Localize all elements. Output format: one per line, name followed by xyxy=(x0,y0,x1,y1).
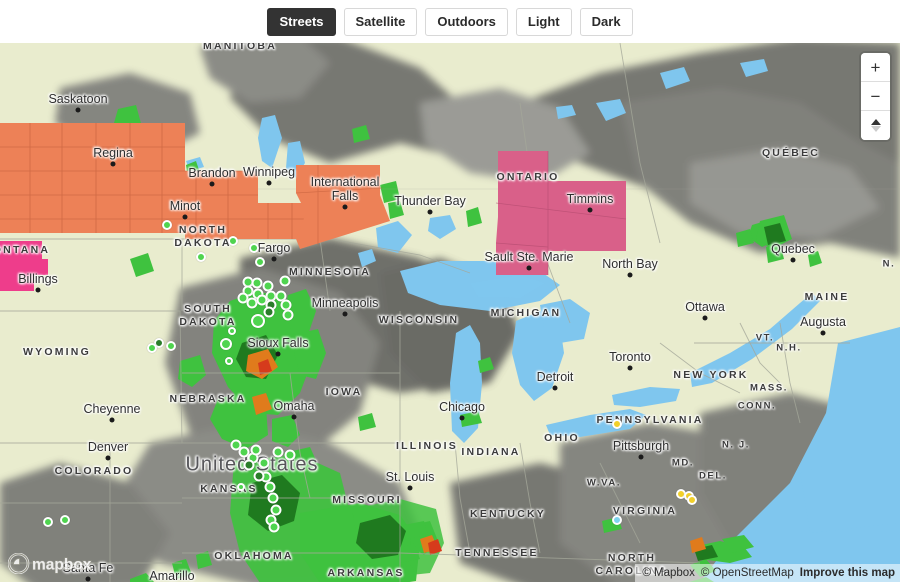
compass-tilt-button[interactable] xyxy=(861,111,890,140)
storm-report-marker[interactable] xyxy=(284,449,296,461)
storm-report-marker[interactable] xyxy=(253,470,265,482)
map-viewport[interactable]: MANITOBAONTARIOQUÉBECMONTANANORTHDAKOTAS… xyxy=(0,43,900,582)
city-dot xyxy=(271,256,277,262)
style-button-streets[interactable]: Streets xyxy=(267,7,336,36)
montana-magenta-warning xyxy=(0,241,48,291)
storm-report-marker[interactable] xyxy=(237,483,245,491)
city-dot xyxy=(526,265,532,271)
storm-report-marker[interactable] xyxy=(220,338,232,350)
style-button-dark[interactable]: Dark xyxy=(579,7,633,36)
city-dot xyxy=(820,330,826,336)
style-button-outdoors[interactable]: Outdoors xyxy=(425,7,508,36)
map-style-switcher: Streets Satellite Outdoors Light Dark xyxy=(0,0,900,43)
attribution-improve-link[interactable]: Improve this map xyxy=(800,567,895,579)
city-dot xyxy=(790,257,796,263)
weather-map-page: Streets Satellite Outdoors Light Dark MA… xyxy=(0,0,900,582)
city-dot xyxy=(35,287,41,293)
map-canvas[interactable]: MANITOBAONTARIOQUÉBECMONTANANORTHDAKOTAS… xyxy=(0,43,900,582)
storm-report-marker[interactable] xyxy=(147,343,157,353)
city-dot xyxy=(342,204,348,210)
city-dot xyxy=(459,415,465,421)
city-dot xyxy=(266,180,272,186)
storm-report-marker[interactable] xyxy=(228,327,236,335)
storm-report-marker[interactable] xyxy=(249,243,259,253)
city-dot xyxy=(110,161,116,167)
storm-report-marker[interactable] xyxy=(268,521,280,533)
style-button-satellite[interactable]: Satellite xyxy=(343,7,418,36)
city-dot xyxy=(209,181,215,187)
city-dot xyxy=(182,214,188,220)
storm-report-marker[interactable] xyxy=(263,306,275,318)
mapbox-logo-icon: mapbox xyxy=(8,553,92,574)
compass-up-icon xyxy=(870,119,881,125)
storm-report-marker[interactable] xyxy=(162,220,172,230)
city-dot xyxy=(407,485,413,491)
city-dot xyxy=(427,209,433,215)
city-dot xyxy=(627,365,633,371)
storm-report-marker[interactable] xyxy=(166,341,176,351)
city-dot xyxy=(109,417,115,423)
storm-report-marker[interactable] xyxy=(243,459,255,471)
storm-report-marker[interactable] xyxy=(43,517,53,527)
city-dot xyxy=(342,311,348,317)
storm-report-marker[interactable] xyxy=(267,492,279,504)
city-dot xyxy=(627,272,633,278)
city-dot xyxy=(702,315,708,321)
city-dot xyxy=(75,107,81,113)
storm-report-marker[interactable] xyxy=(282,309,294,321)
storm-report-marker[interactable] xyxy=(251,314,265,328)
mapbox-logo[interactable]: mapbox xyxy=(8,553,94,574)
city-dot xyxy=(85,576,91,582)
city-dot xyxy=(638,454,644,460)
zoom-in-button[interactable]: + xyxy=(861,53,890,82)
city-dot xyxy=(105,455,111,461)
city-dot xyxy=(552,385,558,391)
zoom-in-icon: + xyxy=(870,57,881,77)
storm-report-marker[interactable] xyxy=(279,275,291,287)
storm-report-marker[interactable] xyxy=(687,495,697,505)
storm-report-marker[interactable] xyxy=(228,236,238,246)
storm-report-marker[interactable] xyxy=(258,457,270,469)
svg-text:mapbox: mapbox xyxy=(32,557,92,574)
storm-report-marker[interactable] xyxy=(251,277,263,289)
map-navigation-controls: + − xyxy=(861,53,890,140)
storm-report-marker[interactable] xyxy=(272,446,284,458)
storm-report-marker[interactable] xyxy=(612,419,622,429)
storm-report-marker[interactable] xyxy=(196,252,206,262)
style-button-light[interactable]: Light xyxy=(515,7,572,36)
storm-report-marker[interactable] xyxy=(612,515,622,525)
storm-report-marker[interactable] xyxy=(250,444,262,456)
zoom-out-button[interactable]: − xyxy=(861,82,890,111)
map-vector-layer xyxy=(0,43,900,582)
attribution-osm-link[interactable]: © OpenStreetMap xyxy=(701,567,794,579)
city-dot xyxy=(275,351,281,357)
attribution-mapbox-link[interactable]: © Mapbox xyxy=(642,567,695,579)
zoom-out-icon: − xyxy=(870,86,881,106)
storm-report-marker[interactable] xyxy=(225,357,233,365)
city-dot xyxy=(291,414,297,420)
storm-report-marker[interactable] xyxy=(264,481,276,493)
storm-report-marker[interactable] xyxy=(60,515,70,525)
city-dot xyxy=(587,207,593,213)
map-attribution: © Mapbox © OpenStreetMap Improve this ma… xyxy=(635,564,900,582)
storm-report-marker[interactable] xyxy=(255,257,265,267)
compass-down-icon xyxy=(870,126,881,132)
